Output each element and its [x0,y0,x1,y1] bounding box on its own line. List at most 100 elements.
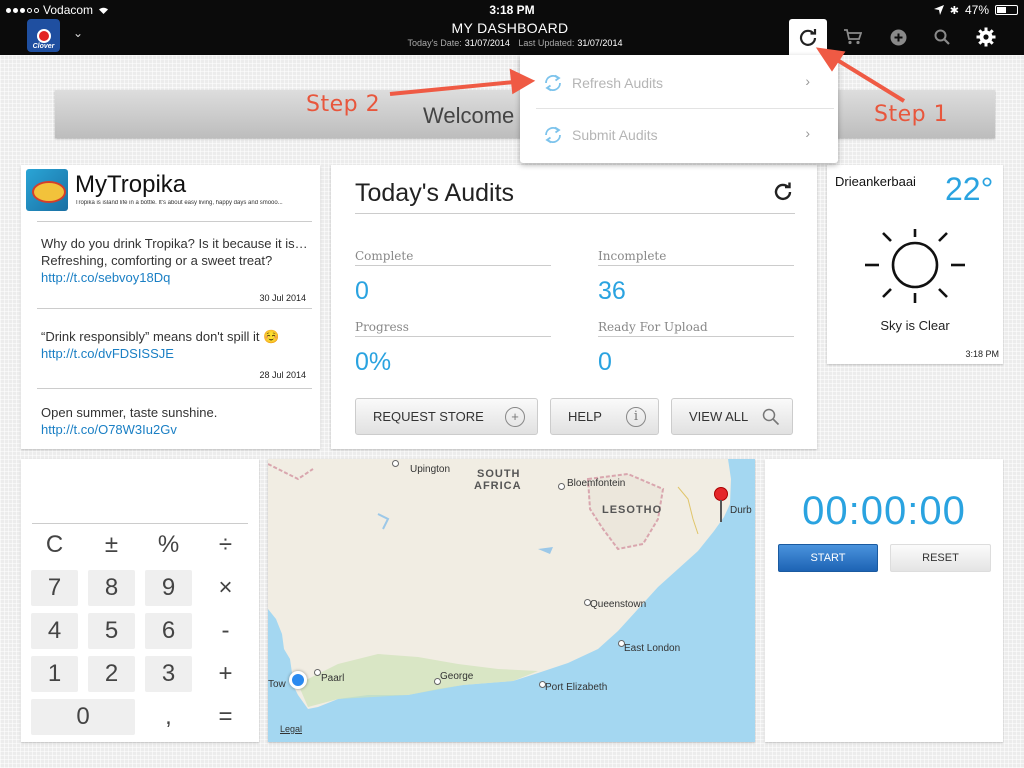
stat-label-incomplete: Incomplete [598,249,794,266]
twitter-feed-card: MyTropika Tropika is island life in a bo… [21,165,320,449]
menu-item-submit-audits[interactable]: Submit Audits › [520,109,838,161]
map-place: Port Elizabeth [545,682,608,693]
sync-icon [545,126,561,144]
map-region: AFRICA [474,480,522,492]
weather-temperature: 22° [945,171,994,207]
start-button[interactable]: START [778,544,878,572]
feed-tagline: Tropika is island life in a bottle. It's… [75,200,283,206]
stat-value-incomplete: 36 [598,277,626,305]
stat-value-ready-for-upload: 0 [598,348,612,376]
calc-key-percent[interactable]: % [145,527,192,563]
map-place: Tow [268,679,286,690]
top-bar: Vodacom 3:18 PM ✱ 47% Clover ⌄ MY DASHBO… [0,0,1024,55]
tweet-link[interactable]: http://t.co/O78W3Iu2Gv [41,422,177,437]
stat-value-complete: 0 [355,277,369,305]
stat-label-complete: Complete [355,249,551,266]
map-pin-icon[interactable] [714,487,728,501]
info-icon: i [626,406,646,427]
add-button[interactable] [879,19,917,55]
status-right: ✱ 47% [933,3,1018,17]
battery-icon [995,5,1018,15]
tweet-item[interactable]: “Drink responsibly” means don't spill it… [41,328,311,362]
calc-key-6[interactable]: 6 [145,613,192,649]
refresh-icon [799,29,817,46]
chevron-right-icon: › [805,125,810,141]
tweet-item[interactable]: Open summer, taste sunshine. http://t.co… [41,404,291,438]
calc-key-minus[interactable]: - [202,613,249,649]
calc-key-0[interactable]: 0 [31,699,135,735]
search-icon [934,29,950,45]
map-marker-dot [314,669,321,676]
map-region: SOUTH [477,468,521,480]
stopwatch-card: 00:00:00 START RESET [765,459,1003,742]
calc-key-7[interactable]: 7 [31,570,78,606]
tweet-date: 30 Jul 2014 [259,293,306,303]
calc-key-1[interactable]: 1 [31,656,78,692]
battery-percent: 47% [964,3,989,17]
calc-key-2[interactable]: 2 [88,656,135,692]
tweet-text: “Drink responsibly” means don't spill it… [41,329,280,344]
todays-date-value: 31/07/2014 [464,38,510,48]
calc-key-9[interactable]: 9 [145,570,192,606]
gear-icon [976,27,996,47]
calc-key-4[interactable]: 4 [31,613,78,649]
refresh-button[interactable] [789,19,827,55]
audits-title: Today's Audits [355,179,515,207]
divider [37,388,312,389]
menu-item-label: Submit Audits [572,127,658,143]
divider [37,308,312,309]
calc-key-5[interactable]: 5 [88,613,135,649]
help-button[interactable]: HELP i [550,398,659,435]
map-place: George [440,671,474,682]
calc-key-divide[interactable]: ÷ [202,527,249,563]
map-region: LESOTHO [602,504,663,516]
request-store-button[interactable]: REQUEST STORE + [355,398,538,435]
map-legal-link[interactable]: Legal [280,724,302,734]
weather-time: 3:18 PM [965,349,999,359]
calculator-display [32,523,248,524]
search-icon [762,408,780,425]
tweet-link[interactable]: http://t.co/dvFDSISSJE [41,346,174,361]
map-place: Paarl [321,673,345,684]
plus-circle-icon: + [505,406,525,427]
weather-location: Drieankerbaai [835,174,916,189]
menu-item-refresh-audits[interactable]: Refresh Audits › [520,57,838,109]
weather-card: Drieankerbaai 22° Sky is Clear 3:18 PM [827,165,1003,364]
stat-label-ready-for-upload: Ready For Upload [598,320,794,337]
bluetooth-icon: ✱ [949,4,959,17]
button-label: REQUEST STORE [373,409,484,424]
stat-label-progress: Progress [355,320,551,337]
last-updated-value: 31/07/2014 [577,38,623,48]
view-all-button[interactable]: VIEW ALL [671,398,793,435]
search-button[interactable] [923,19,961,55]
map-marker-dot [558,483,565,490]
map-place: East London [624,643,681,654]
annotation-step-2: Step 2 [306,92,381,117]
calc-key-multiply[interactable]: × [202,570,249,606]
calc-key-8[interactable]: 8 [88,570,135,606]
calc-key-clear[interactable]: C [31,527,78,563]
location-arrow-icon [933,5,944,15]
settings-button[interactable] [967,19,1005,55]
cart-button[interactable] [834,19,872,55]
calc-key-plus[interactable]: + [202,656,249,692]
weather-condition: Sky is Clear [880,318,950,333]
tweet-item[interactable]: Why do you drink Tropika? Is it because … [41,235,311,286]
map-marker-dot [392,460,399,467]
calc-key-equals[interactable]: = [202,699,249,735]
feed-account-name: MyTropika [75,171,187,198]
status-time: 3:18 PM [489,3,535,17]
calc-key-plus-minus[interactable]: ± [88,527,135,563]
reset-button[interactable]: RESET [890,544,991,572]
current-location-icon[interactable] [289,671,307,689]
calc-key-decimal[interactable]: , [145,699,192,735]
calc-key-3[interactable]: 3 [145,656,192,692]
stopwatch-display: 00:00:00 [802,489,966,533]
todays-date-label: Today's Date: [407,38,462,48]
last-updated-label: Last Updated: [518,38,575,48]
tweet-link[interactable]: http://t.co/sebvoy18Dq [41,270,170,285]
tweet-text: Open summer, taste sunshine. [41,405,218,420]
annotation-step-1: Step 1 [874,102,949,127]
refresh-icon[interactable] [773,181,793,201]
map-card[interactable]: Upington SOUTH AFRICA Bloemfontein LESOT… [268,459,755,742]
